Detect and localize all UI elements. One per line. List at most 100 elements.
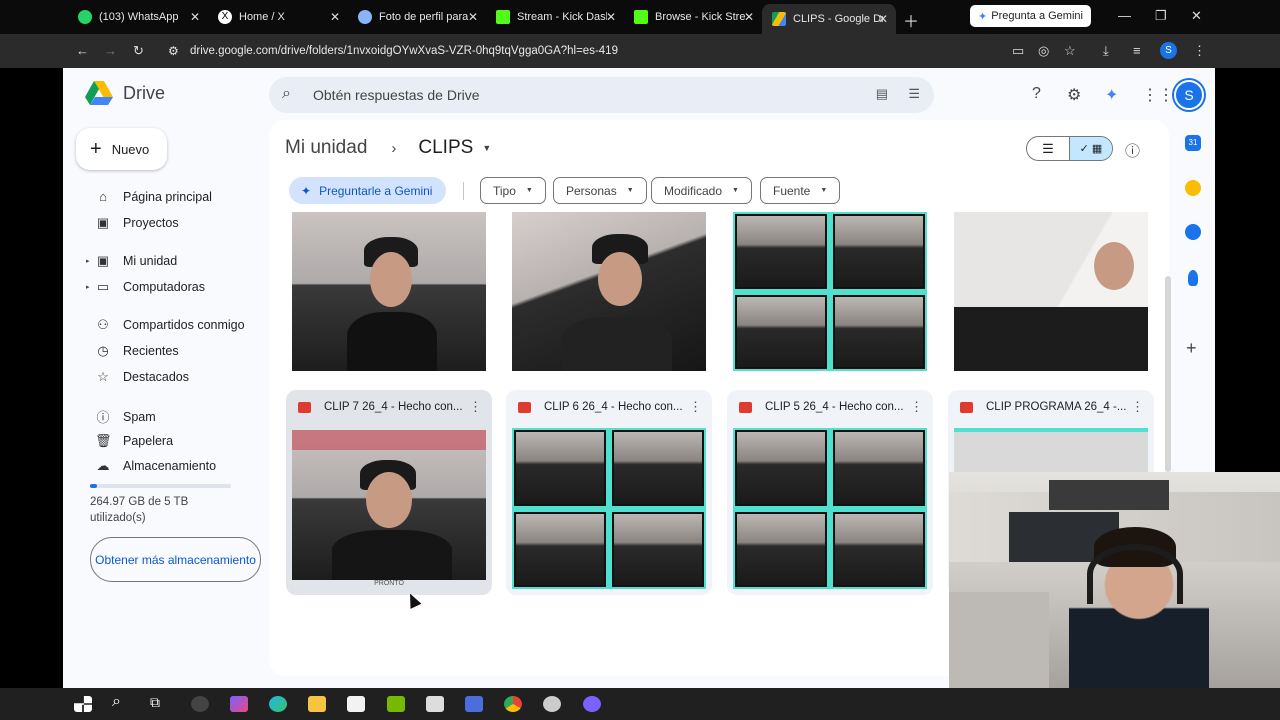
file-card[interactable]: CLIP 7 26_4 - Hecho con... ⋮ PRONTO xyxy=(286,390,492,595)
menu-kebab-icon[interactable]: ⋮ xyxy=(1193,43,1206,59)
profile-avatar[interactable]: S xyxy=(1160,42,1177,59)
search-options-icon[interactable]: ☰ xyxy=(908,86,920,102)
file-card[interactable] xyxy=(286,210,492,376)
new-tab-icon[interactable]: ＋ xyxy=(903,8,919,32)
scrollbar[interactable] xyxy=(1165,276,1171,472)
folder-menu-caret-icon[interactable]: ▼ xyxy=(482,143,491,153)
filter-people[interactable]: Personas ▼ xyxy=(553,177,647,204)
mail-icon[interactable] xyxy=(426,696,444,712)
file-card[interactable]: CLIP 5 26_4 - Hecho con... ⋮ xyxy=(727,390,933,595)
info-icon[interactable]: ⓘ xyxy=(1125,140,1140,161)
sidebar-item-trash[interactable]: 🗑︎ Papelera xyxy=(86,433,173,449)
tab-foto[interactable]: Foto de perfil para ✕ xyxy=(348,4,486,30)
tab-kick-browse[interactable]: Browse - Kick Strea ✕ xyxy=(624,4,762,30)
store-icon[interactable] xyxy=(347,696,365,712)
close-icon[interactable]: ✕ xyxy=(468,10,478,24)
gemini-button[interactable]: ✦ Pregunta a Gemini xyxy=(970,5,1091,27)
drive-logo[interactable]: Drive xyxy=(85,81,165,105)
back-icon[interactable]: ← xyxy=(76,43,89,58)
tab-whatsapp[interactable]: (103) WhatsApp ✕ xyxy=(68,4,208,30)
tasks-icon[interactable] xyxy=(1185,224,1201,240)
file-explorer-icon[interactable] xyxy=(308,696,326,712)
close-icon[interactable]: ✕ xyxy=(878,12,888,26)
sidebar-item-recent[interactable]: ◷ Recientes xyxy=(86,343,178,359)
sidebar-item-home[interactable]: ⌂ Página principal xyxy=(86,189,212,204)
sidebar-item-computers[interactable]: ▸ ▭ Computadoras xyxy=(86,279,205,295)
browser-toolbar: ← → ↻ ⚙ drive.google.com/drive/folders/1… xyxy=(0,34,1280,68)
ask-gemini-chip[interactable]: ✦ Preguntarle a Gemini xyxy=(289,177,446,204)
more-options-icon[interactable]: ⋮ xyxy=(910,399,923,415)
app-icon-4[interactable] xyxy=(583,696,601,712)
gemini-icon[interactable]: ✦ xyxy=(1105,85,1118,105)
sidebar-item-shared[interactable]: ⚇ Compartidos conmigo xyxy=(86,317,244,333)
expand-caret-icon[interactable]: ▸ xyxy=(86,257,93,265)
new-button[interactable]: + Nuevo xyxy=(76,128,167,170)
file-card[interactable]: CLIP 6 26_4 - Hecho con... ⋮ xyxy=(506,390,712,595)
file-card[interactable] xyxy=(948,210,1154,376)
filter-type[interactable]: Tipo ▼ xyxy=(480,177,546,204)
expand-caret-icon[interactable]: ▸ xyxy=(86,283,93,291)
cast-icon[interactable]: ▭ xyxy=(1012,43,1024,59)
edge-icon[interactable] xyxy=(269,696,287,712)
windows-start-icon[interactable] xyxy=(74,696,92,712)
plus-icon: + xyxy=(90,137,102,160)
app-icon-1[interactable] xyxy=(191,696,209,712)
close-icon[interactable]: ✕ xyxy=(330,10,340,24)
forward-icon[interactable]: → xyxy=(104,43,117,58)
close-icon[interactable]: ✕ xyxy=(744,10,754,24)
search-icon[interactable]: ⌕ xyxy=(112,693,130,710)
filter-modified[interactable]: Modificado ▼ xyxy=(651,177,752,204)
search-bar[interactable]: ⌕ Obtén respuestas de Drive ▤ ☰ xyxy=(269,77,934,113)
apps-grid-icon[interactable]: ⋮⋮ xyxy=(1142,85,1174,105)
bookmark-star-icon[interactable]: ☆ xyxy=(1064,43,1076,59)
task-view-icon[interactable]: ⧉ xyxy=(150,694,168,710)
more-options-icon[interactable]: ⋮ xyxy=(689,399,702,415)
keep-icon[interactable] xyxy=(1185,180,1201,196)
reload-icon[interactable]: ↻ xyxy=(133,43,144,59)
media-icon[interactable]: ≡ xyxy=(1133,43,1141,58)
sidebar-item-spam[interactable]: ⓘ Spam xyxy=(86,407,156,426)
sidebar-item-projects[interactable]: ▣ Proyectos xyxy=(86,215,179,231)
sidebar-item-starred[interactable]: ☆ Destacados xyxy=(86,369,189,385)
get-more-storage-button[interactable]: Obtener más almacenamiento xyxy=(90,537,261,582)
copilot-icon[interactable] xyxy=(230,696,248,712)
search-sparkle-icon: ⌕ xyxy=(282,85,291,102)
calendar-icon[interactable]: 31 xyxy=(1185,135,1201,151)
help-icon[interactable]: ? xyxy=(1032,85,1041,103)
add-addon-icon[interactable]: + xyxy=(1186,338,1197,359)
filter-source[interactable]: Fuente ▼ xyxy=(760,177,841,204)
tab-kick-dashboard[interactable]: Stream - Kick Dash ✕ xyxy=(486,4,624,30)
nvidia-icon[interactable] xyxy=(387,696,405,712)
close-icon[interactable]: ✕ xyxy=(190,10,200,24)
file-card[interactable] xyxy=(506,210,712,376)
file-card[interactable] xyxy=(727,210,933,376)
drive-search-type-icon[interactable]: ▤ xyxy=(876,86,888,102)
computers-icon: ▭ xyxy=(96,279,110,294)
grid-view-icon[interactable]: ✓ ▦ xyxy=(1069,137,1112,160)
more-options-icon[interactable]: ⋮ xyxy=(469,399,482,415)
chrome-icon[interactable] xyxy=(504,696,522,712)
restore-icon[interactable]: ❐ xyxy=(1155,8,1167,24)
site-info-icon[interactable]: ⚙ xyxy=(168,38,179,64)
address-bar[interactable]: ⚙ drive.google.com/drive/folders/1nvxoid… xyxy=(160,38,1000,64)
sidebar-item-my-drive[interactable]: ▸ ▣ Mi unidad xyxy=(86,253,177,269)
sidebar-item-label: Spam xyxy=(123,409,156,424)
eye-off-icon[interactable]: ◎ xyxy=(1038,43,1049,59)
account-avatar[interactable]: S xyxy=(1174,80,1204,110)
tab-clips-drive[interactable]: CLIPS - Google Dri ✕ xyxy=(762,4,896,34)
tab-x[interactable]: X Home / X ✕ xyxy=(208,4,348,30)
sidebar-item-storage[interactable]: ☁ Almacenamiento xyxy=(86,458,217,474)
breadcrumb: Mi unidad › CLIPS ▼ xyxy=(285,137,491,159)
minimize-icon[interactable]: — xyxy=(1118,8,1131,23)
app-icon-2[interactable] xyxy=(465,696,483,712)
app-icon-3[interactable] xyxy=(543,696,561,712)
contacts-icon[interactable] xyxy=(1188,270,1198,286)
download-icon[interactable]: ⤓ xyxy=(1103,43,1109,59)
more-options-icon[interactable]: ⋮ xyxy=(1131,399,1144,415)
close-window-icon[interactable]: ✕ xyxy=(1191,8,1202,24)
list-view-icon[interactable]: ☰ xyxy=(1027,137,1069,160)
breadcrumb-root[interactable]: Mi unidad xyxy=(285,137,367,159)
breadcrumb-current-folder[interactable]: CLIPS xyxy=(418,137,473,159)
settings-gear-icon[interactable]: ⚙ xyxy=(1067,85,1081,105)
close-icon[interactable]: ✕ xyxy=(606,10,616,24)
